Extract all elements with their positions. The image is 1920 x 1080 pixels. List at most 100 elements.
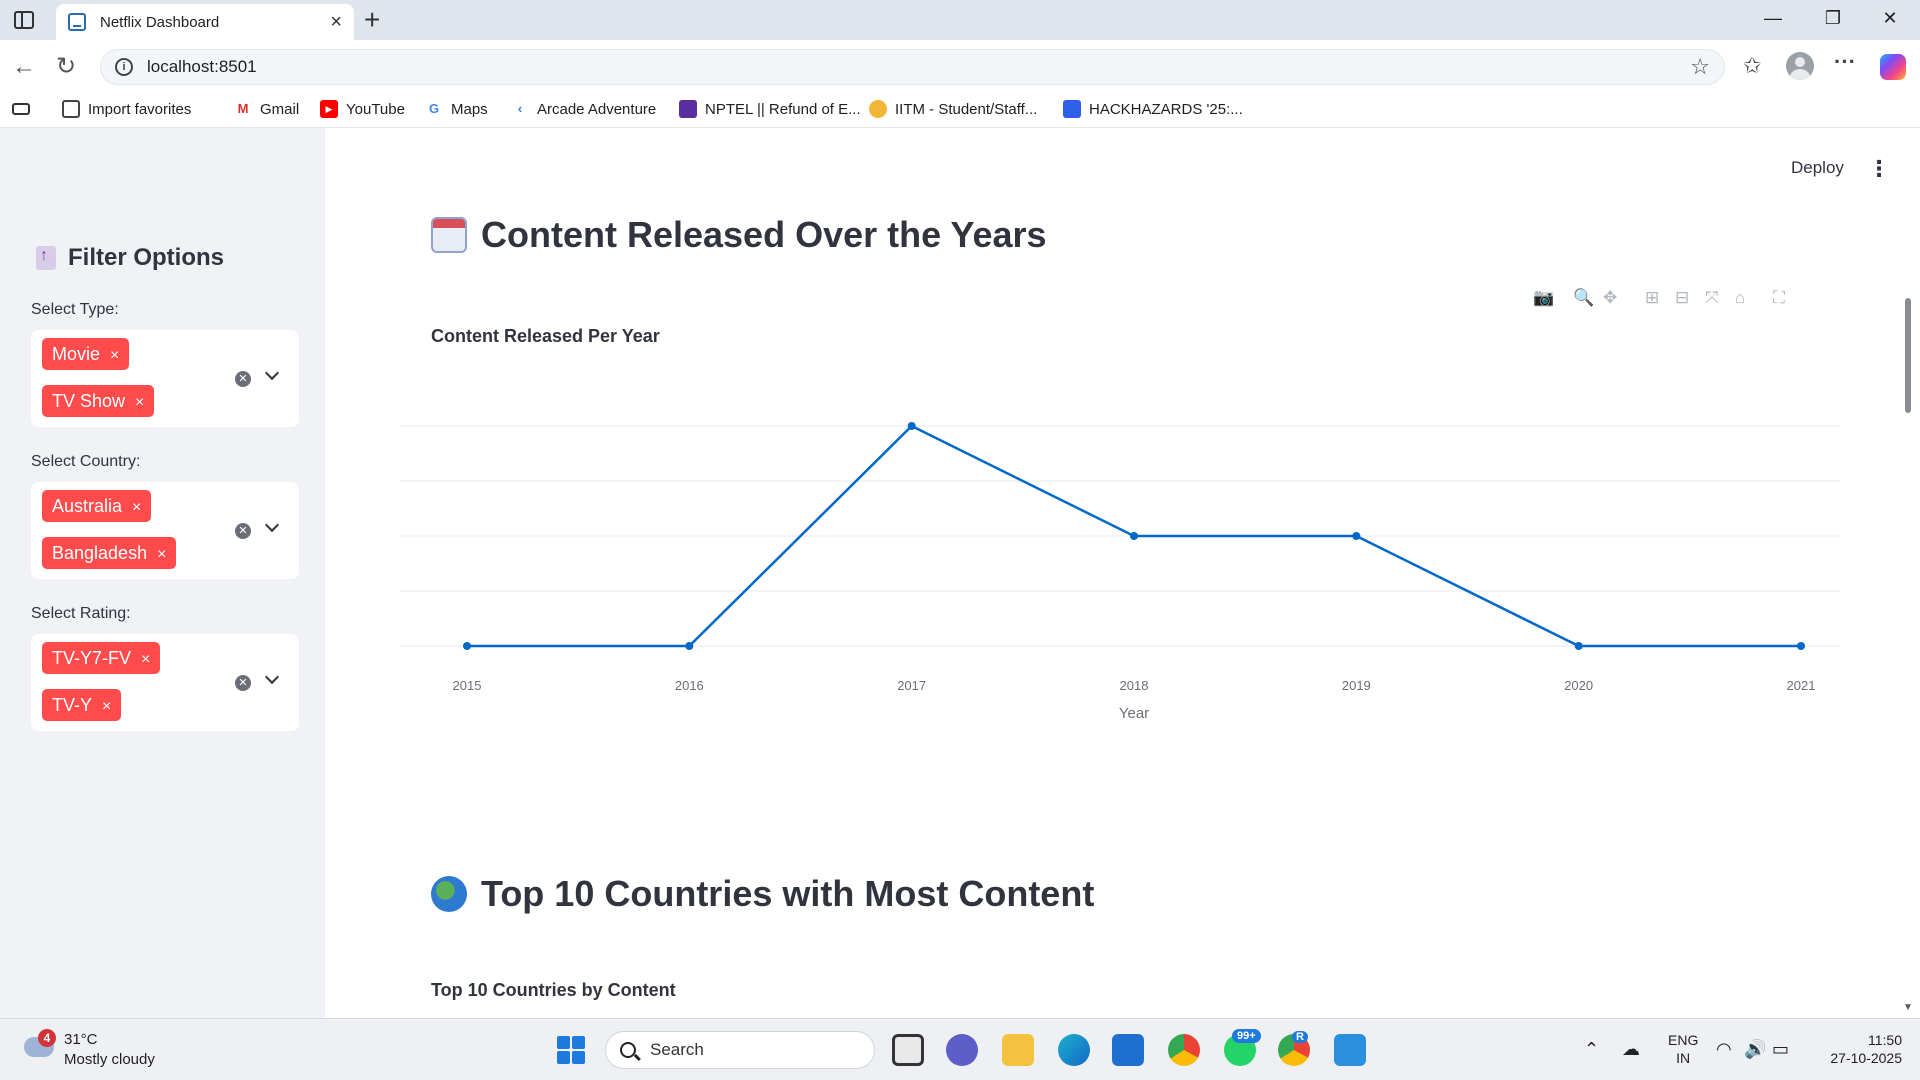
fullscreen-icon[interactable]: ⛶ (1773, 288, 1785, 308)
minimize-icon[interactable]: — (1758, 8, 1788, 29)
restore-icon[interactable]: ❐ (1818, 8, 1848, 29)
chevron-down-icon[interactable] (264, 365, 280, 381)
chip-label: Movie (52, 344, 101, 364)
start-icon[interactable] (557, 1036, 585, 1064)
more-menu-icon[interactable]: ··· (1834, 50, 1856, 74)
zoom-icon[interactable]: 🔍 (1573, 288, 1594, 308)
deploy-button[interactable]: Deploy (1791, 158, 1844, 178)
close-window-icon[interactable]: ✕ (1875, 8, 1905, 29)
browser-titlebar: Netflix Dashboard × + — ❐ ✕ (0, 0, 1920, 40)
collections-icon[interactable] (12, 100, 38, 115)
x-tick-label: 2018 (1120, 678, 1149, 693)
language-indicator[interactable]: ENG IN (1668, 1031, 1698, 1067)
favorite-star-icon[interactable]: ☆ (1690, 54, 1710, 80)
x-tick-label: 2019 (1342, 678, 1371, 693)
camera-icon[interactable]: 📷 (1533, 288, 1554, 308)
file-explorer-icon[interactable] (1002, 1034, 1034, 1066)
browser-tab[interactable]: Netflix Dashboard × (56, 4, 354, 40)
chip-australia[interactable]: Australia × (42, 490, 152, 522)
x-tick-label: 2021 (1787, 678, 1816, 693)
clear-all-icon[interactable]: ✕ (235, 371, 251, 387)
rating-multiselect[interactable]: TV-Y7-FV × TV-Y × ✕ (31, 634, 299, 731)
zoom-in-icon[interactable]: ⊞ (1645, 288, 1659, 308)
close-tab-icon[interactable]: × (330, 12, 342, 32)
chip-movie[interactable]: Movie × (42, 338, 130, 370)
weather-condition[interactable]: Mostly cloudy (64, 1051, 155, 1068)
weather-badge: 4 (38, 1029, 56, 1047)
address-bar[interactable]: i localhost:8501 ☆ (100, 49, 1725, 85)
chevron-down-icon[interactable] (264, 517, 280, 533)
section-heading: Content Released Over the Years (481, 214, 1047, 255)
temperature[interactable]: 31°C (64, 1031, 98, 1048)
autoscale-icon[interactable]: ⤧ (1705, 288, 1719, 308)
taskbar-search[interactable]: Search (605, 1031, 875, 1069)
chip-remove-icon[interactable]: × (135, 394, 144, 411)
favorites-icon[interactable]: ✩ (1743, 54, 1761, 78)
show-hidden-icons[interactable]: ⌃ (1584, 1039, 1599, 1060)
chip-remove-icon[interactable]: × (102, 698, 111, 715)
scroll-down-icon[interactable]: ▼ (1903, 1002, 1913, 1013)
battery-icon[interactable]: ▭ (1772, 1039, 1789, 1060)
bookmark-gmail[interactable]: M Gmail (234, 100, 300, 118)
type-multiselect[interactable]: Movie × TV Show × ✕ (31, 330, 299, 427)
type-label: Select Type: (31, 301, 119, 318)
chip-tv-y7-fv[interactable]: TV-Y7-FV × (42, 642, 161, 674)
bookmark-label: HACKHAZARDS '25:... (1089, 100, 1243, 118)
scrollbar-thumb[interactable] (1905, 298, 1911, 413)
bookmark-label: Arcade Adventure (537, 100, 657, 118)
country-multiselect[interactable]: Australia × Bangladesh × ✕ (31, 482, 299, 579)
chip-remove-icon[interactable]: × (110, 347, 119, 364)
chip-remove-icon[interactable]: × (157, 546, 166, 563)
line-chart[interactable]: 11.522.532015201620172018201920202021Yea… (400, 398, 1880, 938)
onedrive-icon[interactable]: ☁ (1622, 1039, 1640, 1060)
pan-icon[interactable]: ✥ (1603, 288, 1617, 308)
url-text[interactable]: localhost:8501 (147, 57, 257, 77)
gmail-icon: M (237, 101, 249, 116)
store-icon[interactable] (1112, 1034, 1144, 1066)
reset-axes-icon[interactable]: ⌂ (1735, 288, 1745, 308)
rating-label: Select Rating: (31, 605, 131, 622)
main-menu-icon[interactable]: ⋮ (1868, 156, 1890, 182)
bookmark-arcade-adventure[interactable]: ‹ Arcade Adventure (511, 100, 656, 118)
teams-icon[interactable] (946, 1034, 978, 1066)
clear-all-icon[interactable]: ✕ (235, 675, 251, 691)
bookmark-hackhazards[interactable]: HACKHAZARDS '25:... (1063, 100, 1243, 118)
chip-label: TV-Y7-FV (52, 648, 132, 668)
bookmark-label: Gmail (260, 100, 300, 118)
edge-icon[interactable] (1058, 1034, 1090, 1066)
chip-tv-y[interactable]: TV-Y × (42, 689, 122, 721)
refresh-icon[interactable]: ↻ (56, 52, 76, 82)
site-info-icon[interactable]: i (115, 58, 133, 76)
main-content: Deploy ⋮ Content Released Over the Years… (325, 128, 1920, 1018)
zoom-out-icon[interactable]: ⊟ (1675, 288, 1689, 308)
data-point (1574, 642, 1583, 650)
back-icon[interactable]: ← (12, 52, 36, 82)
sidebar: Filter Options Select Type: Movie × TV Sh… (0, 128, 325, 1018)
bookmark-youtube[interactable]: ▶ YouTube (320, 100, 405, 118)
tab-sidebar-icon[interactable] (14, 11, 34, 29)
bookmark-iitm[interactable]: IITM - Student/Staff... (869, 100, 1037, 118)
iitm-icon (869, 100, 887, 118)
x-tick-label: 2020 (1564, 678, 1593, 693)
volume-icon[interactable]: 🔊 (1744, 1039, 1766, 1060)
new-tab-button[interactable]: + (364, 4, 380, 36)
bookmark-maps[interactable]: G Maps (425, 100, 488, 118)
bookmarks-bar: Import favorites M Gmail ▶ YouTube G Maps ‹… (0, 94, 1920, 128)
profile-avatar[interactable] (1786, 52, 1814, 80)
clear-all-icon[interactable]: ✕ (235, 523, 251, 539)
task-view-icon[interactable] (892, 1034, 924, 1066)
clock[interactable]: 11:50 27-10-2025 (1812, 1031, 1902, 1067)
wifi-icon[interactable]: ◠ (1716, 1039, 1732, 1060)
chip-bangladesh[interactable]: Bangladesh × (42, 537, 177, 569)
chevron-down-icon[interactable] (264, 669, 280, 685)
copilot-icon[interactable] (1880, 54, 1906, 80)
bookmark-import-favorites[interactable]: Import favorites (62, 100, 191, 118)
data-point (685, 642, 694, 650)
chrome-icon[interactable] (1168, 1034, 1200, 1066)
vscode-icon[interactable] (1334, 1034, 1366, 1066)
bookmark-nptel[interactable]: NPTEL || Refund of E... (679, 100, 861, 118)
import-icon (62, 100, 80, 118)
chip-remove-icon[interactable]: × (141, 651, 150, 668)
chip-tv-show[interactable]: TV Show × (42, 385, 155, 417)
chip-remove-icon[interactable]: × (132, 499, 141, 516)
